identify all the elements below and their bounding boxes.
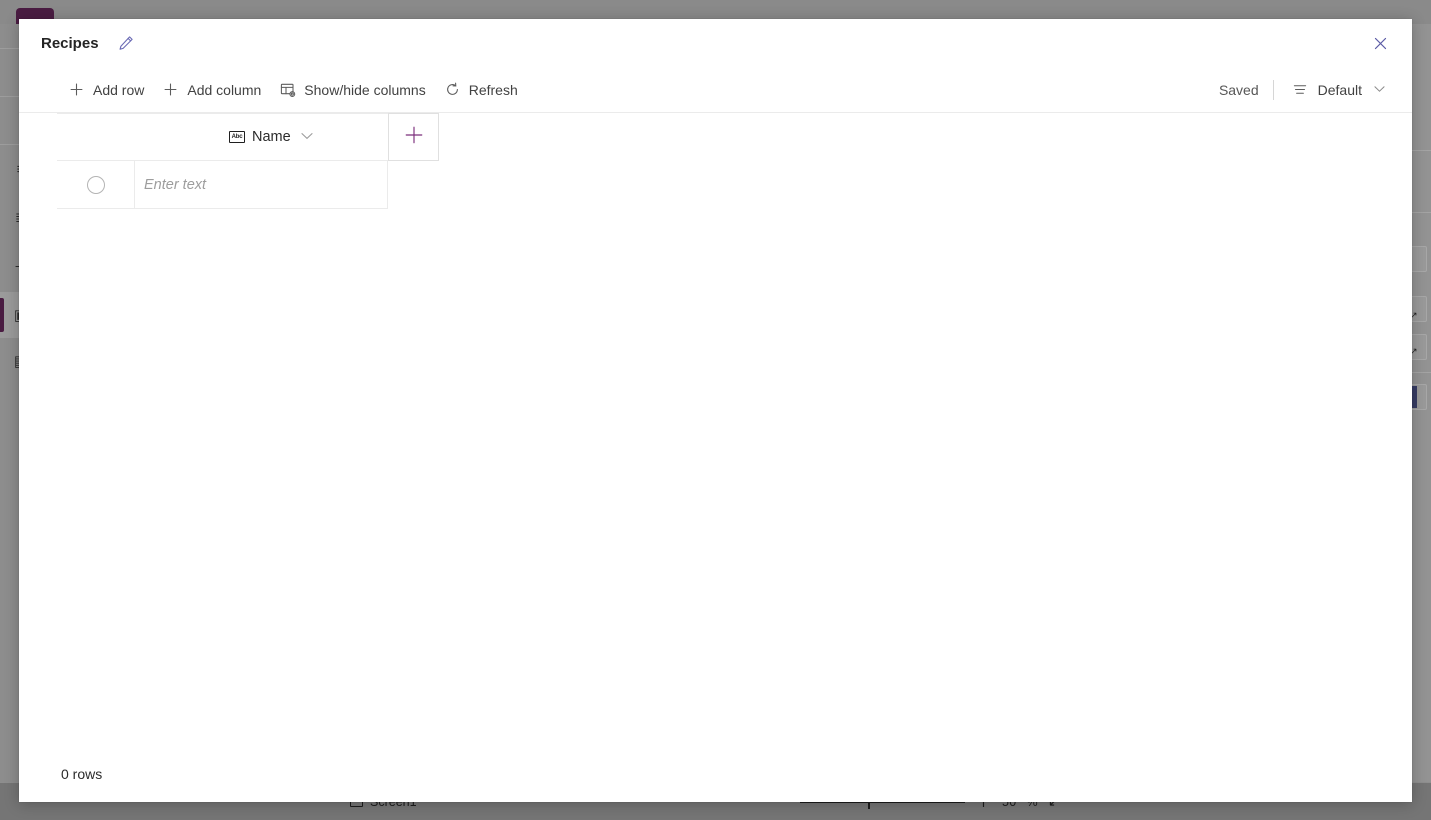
close-icon[interactable] (1365, 28, 1395, 58)
table-grid: Abc Name (19, 113, 1412, 746)
dialog-command-bar: Add row Add column Show/hide columns Ref… (19, 67, 1412, 113)
add-column-header-button[interactable] (388, 113, 439, 161)
table-new-row (57, 161, 388, 209)
dialog-footer: 0 rows (19, 746, 1412, 802)
add-column-label: Add column (187, 81, 262, 98)
chevron-down-icon[interactable] (301, 131, 313, 143)
plus-icon (162, 81, 179, 98)
row-count-label: 0 rows (61, 766, 103, 782)
new-row-name-input[interactable] (144, 176, 387, 193)
select-all-cell[interactable] (57, 113, 134, 161)
saved-status: Saved (1218, 81, 1259, 98)
view-selector-label: Default (1317, 81, 1362, 98)
show-hide-columns-button[interactable]: Show/hide columns (270, 74, 434, 106)
plus-icon (68, 81, 85, 98)
text-type-icon: Abc (229, 131, 245, 143)
table-header-row: Abc Name (57, 113, 439, 161)
column-header-name[interactable]: Abc Name (134, 113, 388, 161)
page-title: Recipes (41, 34, 99, 52)
refresh-button[interactable]: Refresh (435, 74, 527, 106)
pencil-icon[interactable] (113, 30, 139, 56)
rail-selection-indicator (0, 298, 4, 332)
plus-icon (403, 124, 425, 150)
row-select-cell[interactable] (57, 161, 134, 209)
chevron-down-icon (1374, 84, 1385, 96)
dialog-header: Recipes (19, 19, 1412, 67)
show-hide-columns-label: Show/hide columns (304, 81, 426, 98)
refresh-icon (444, 81, 461, 98)
view-selector-button[interactable]: Default (1278, 74, 1394, 106)
add-column-button[interactable]: Add column (153, 74, 270, 106)
list-icon (1292, 81, 1309, 98)
recipes-table-dialog: Recipes Add row Add column Show/hide col… (19, 19, 1412, 802)
command-bar-right-group: Saved Default (1219, 74, 1394, 106)
command-bar-separator (1272, 79, 1274, 100)
refresh-label: Refresh (468, 81, 518, 98)
table-settings-icon (279, 81, 296, 98)
add-row-button[interactable]: Add row (59, 74, 153, 106)
add-row-label: Add row (93, 81, 145, 98)
row-cell-name[interactable] (134, 161, 388, 209)
row-select-circle-icon[interactable] (86, 175, 105, 194)
column-header-label: Name (252, 129, 291, 145)
